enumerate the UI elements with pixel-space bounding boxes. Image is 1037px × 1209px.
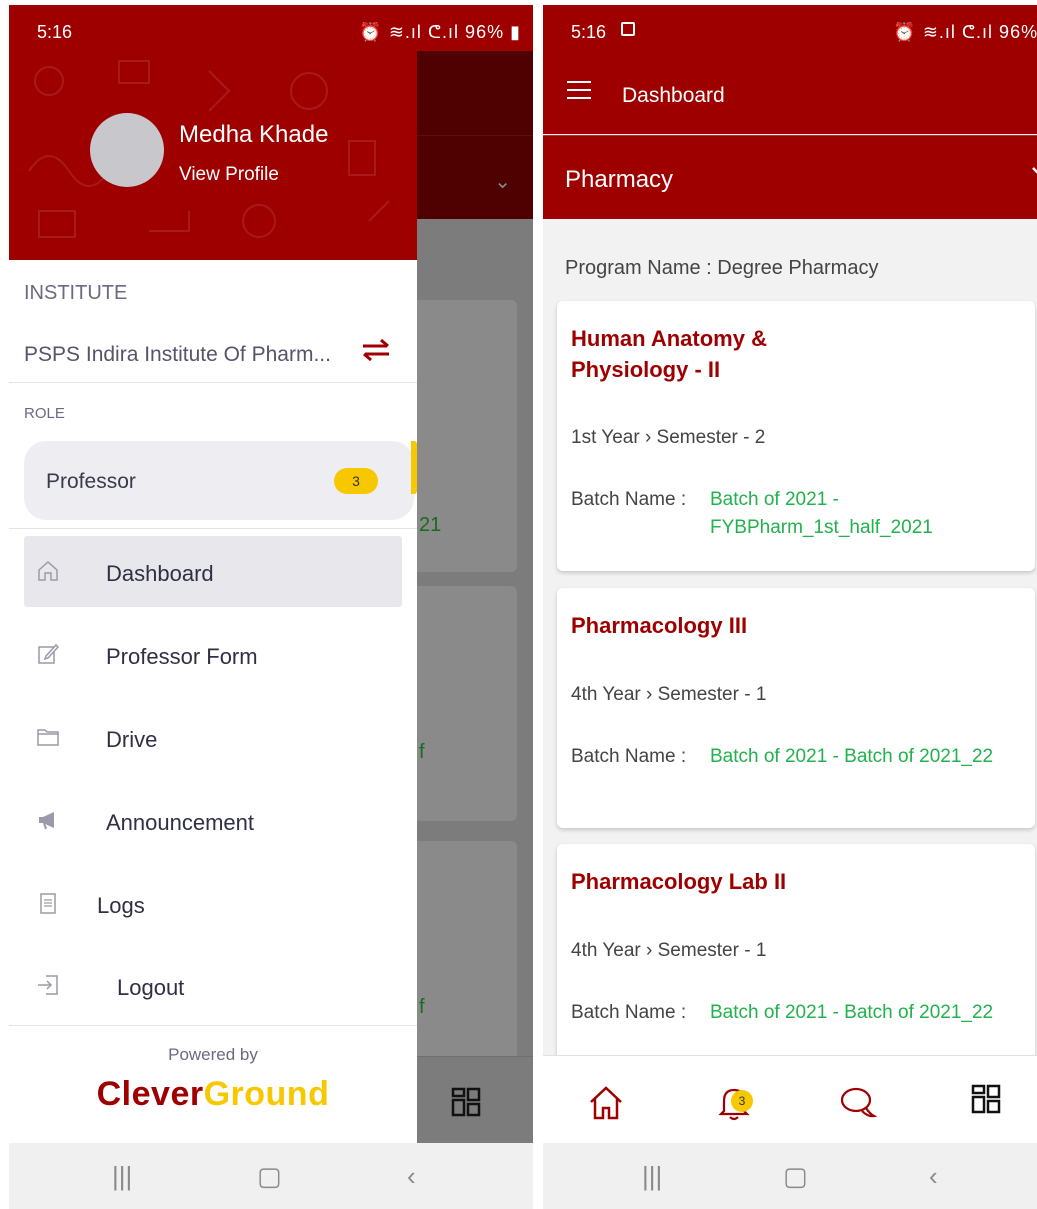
swap-arrows-icon[interactable] [361,338,391,362]
status-time: 5:16 [37,22,73,42]
batch-name: Batch of 2021 - Batch of 2021_22 [710,1002,994,1023]
menu-item-announcement[interactable]: Announcement [24,785,402,856]
batch-name: Batch of 2021 - FYBPharm_1st_half_2021 [710,489,933,538]
menu-item-drive[interactable]: Drive [24,702,402,773]
institute-label: INSTITUTE [24,282,128,304]
recent-apps-button[interactable]: ||| [642,1161,662,1192]
bottom-tab-bar: 3 [543,1055,1037,1143]
chat-icon[interactable] [838,1084,878,1122]
menu-icon[interactable] [567,81,591,105]
batch-name: Batch of 2021 - Batch of 2021_22 [710,746,994,767]
status-bar: 5:16 ⏰ ≋.ıl ᕦ.ıl 96% ▮ [543,5,1037,51]
menu-label: Dashboard [106,561,214,586]
avatar[interactable] [90,113,164,187]
batch-label: Batch Name : [571,746,687,767]
status-icons: ⏰ ≋.ıl ᕦ.ıl 96% ▮ [359,22,521,42]
menu-item-logout[interactable]: Logout [24,950,402,1021]
background-chevron-down-icon: ⌄ [494,171,511,193]
role-name: Professor [46,470,136,493]
background-card-text: f [419,741,425,763]
course-title: Human Anatomy & Physiology - II [571,326,767,382]
navigation-drawer: Medha Khade View Profile INSTITUTE PSPS … [9,51,417,1143]
home-tab-icon[interactable] [587,1084,625,1122]
header-pattern [28,60,390,238]
program-label: Program Name : Degree Pharmacy [565,257,879,279]
divider [9,382,417,383]
system-nav-bar: ||| ▢ ‹ [543,1143,1037,1209]
status-icons: ⏰ ≋.ıl ᕦ.ıl 96% ▮ [893,22,1037,42]
logout-icon [38,975,58,995]
status-bar: 5:16 ⏰ ≋.ıl ᕦ.ıl 96% ▮ [9,5,533,51]
page-title: Dashboard [622,84,725,107]
powered-by-text: Powered by [168,1045,258,1064]
course-list[interactable]: Program Name : Degree Pharmacy Human Ana… [543,219,1037,1055]
home-nav-button[interactable]: ▢ [257,1161,282,1192]
divider [9,528,417,529]
program-selector[interactable]: Pharmacy [543,135,1037,219]
course-title: Pharmacology Lab II [571,869,787,894]
menu-item-logs[interactable]: Logs [24,868,402,939]
role-accent-bar [411,441,417,494]
background-card-text: 21 [419,514,442,536]
menu-item-dashboard[interactable]: Dashboard [24,536,402,607]
view-profile-link[interactable]: View Profile [179,164,279,186]
right-screen: 5:16 ⏰ ≋.ıl ᕦ.ıl 96% ▮ Dashboard Pharmac… [543,5,1037,1209]
left-screen: 5:16 ⏰ ≋.ıl ᕦ.ıl 96% ▮ ⌄ 21 f f Medha Kh… [9,5,533,1209]
back-button[interactable]: ‹ [407,1161,416,1192]
clipboard-icon [40,893,56,914]
apps-grid-icon [451,1087,481,1117]
app-bar: Dashboard [543,51,1037,134]
role-count-badge: 3 [334,468,378,494]
course-year: 4th Year › Semester - 1 [571,684,767,705]
user-name: Medha Khade [179,121,329,148]
apps-grid-icon[interactable] [971,1084,1001,1114]
recent-apps-button[interactable]: ||| [112,1161,132,1192]
menu-label: Drive [106,727,158,752]
menu-label: Logout [117,975,185,1000]
background-card-text: f [419,996,425,1018]
system-nav-bar: ||| ▢ ‹ [9,1143,533,1209]
menu-label: Logs [97,893,145,918]
batch-label: Batch Name : [571,1002,687,1023]
gallery-notification-icon [621,22,635,36]
brand-part-1: Clever [96,1075,204,1113]
role-selector[interactable]: Professor 3 [24,441,417,520]
divider [9,1025,417,1026]
menu-label: Announcement [106,810,254,835]
status-time: 5:16 [571,22,607,42]
notification-badge: 3 [731,1090,753,1112]
edit-icon [38,643,60,664]
batch-label: Batch Name : [571,489,687,510]
course-card[interactable]: Pharmacology Lab II 4th Year › Semester … [557,844,1035,1055]
back-button[interactable]: ‹ [929,1161,938,1192]
role-label: ROLE [24,405,65,422]
menu-label: Professor Form [106,644,258,669]
course-year: 1st Year › Semester - 2 [571,427,766,448]
program-name: Pharmacy [565,166,674,193]
folder-icon [37,729,59,746]
brand-logo: CleverGround [9,1075,417,1114]
course-card[interactable]: Human Anatomy & Physiology - II 1st Year… [557,301,1035,571]
course-year: 4th Year › Semester - 1 [571,940,767,961]
brand-part-2: Ground [203,1075,330,1113]
megaphone-icon [39,812,54,830]
drawer-header: Medha Khade View Profile [9,51,417,260]
course-card[interactable]: Pharmacology III 4th Year › Semester - 1… [557,588,1035,828]
home-nav-button[interactable]: ▢ [783,1161,808,1192]
course-title: Pharmacology III [571,613,748,638]
chevron-down-icon [1032,167,1037,174]
institute-name: PSPS Indira Institute Of Pharm... [24,343,331,366]
menu-item-professor-form[interactable]: Professor Form [24,619,402,690]
home-icon [38,560,58,581]
